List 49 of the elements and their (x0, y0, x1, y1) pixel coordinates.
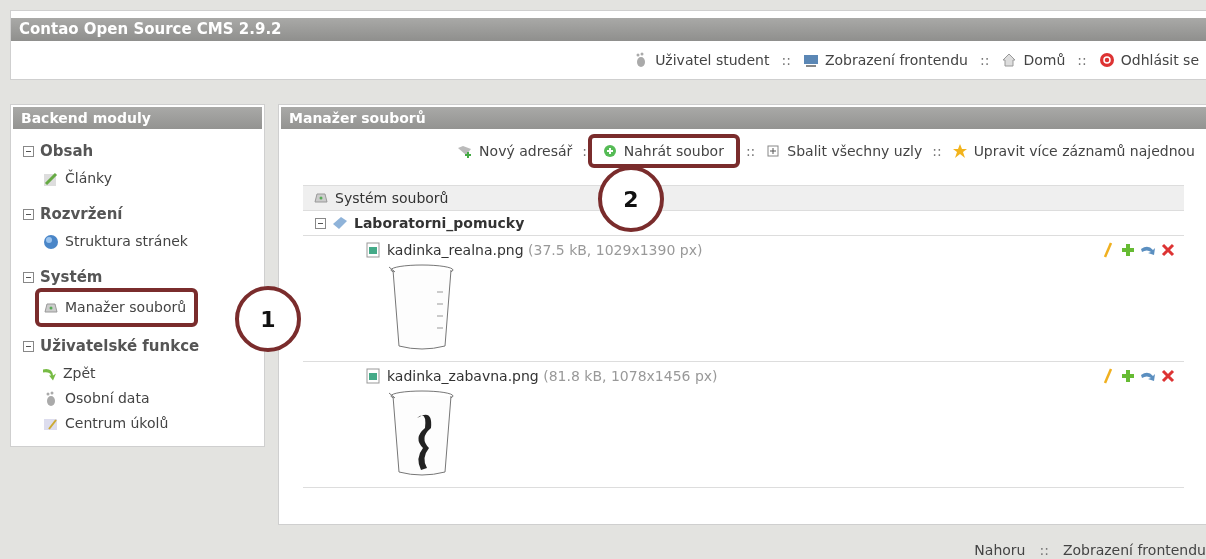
toolbar-link[interactable]: Nový adresář (457, 143, 573, 159)
delete-icon (1160, 242, 1176, 258)
separator: :: (1076, 52, 1088, 68)
group-heading[interactable]: Rozvržení (23, 206, 123, 223)
sidebar-item[interactable]: Struktura stránek (43, 229, 188, 254)
image-file-icon (365, 368, 381, 384)
home-icon (1001, 52, 1018, 68)
power-icon (1098, 52, 1115, 68)
add-icon (601, 143, 618, 159)
footer-link[interactable]: Nahoru (974, 542, 1026, 558)
folder-icon (332, 215, 348, 231)
header-link[interactable]: Zobrazení frontendu (802, 52, 968, 68)
separator: :: (979, 52, 991, 68)
sidebar-item[interactable]: Osobní data (43, 386, 150, 411)
star-icon (951, 143, 968, 159)
file-name[interactable]: kadinka_realna.png (37.5 kB, 1029x1390 px) (387, 242, 703, 258)
footer-link[interactable]: Zobrazení frontendu (1062, 542, 1206, 558)
plus-icon (1120, 368, 1136, 384)
folder-add-icon (457, 143, 474, 159)
image-file-icon (365, 242, 381, 258)
group-heading[interactable]: Obsah (23, 143, 94, 160)
separator: :: (744, 143, 757, 159)
sidebar-item[interactable]: Články (43, 166, 112, 191)
window-title: Contao Open Source CMS 2.9.2 (11, 18, 1206, 41)
arrow-icon (43, 366, 57, 381)
plus-icon (1120, 242, 1136, 258)
header-link[interactable]: Domů (1001, 52, 1066, 68)
group-heading[interactable]: Systém (23, 269, 103, 286)
toolbar-link[interactable]: Upravit více záznamů najednou (951, 143, 1195, 159)
separator: :: (931, 143, 943, 159)
globe-icon (43, 233, 59, 250)
delete-icon (1160, 368, 1176, 384)
sidebar-item[interactable]: Centrum úkolů (43, 411, 169, 436)
drive-icon (313, 190, 329, 206)
separator: :: (780, 52, 792, 68)
expand-icon (765, 143, 782, 159)
sidebar-item[interactable]: Zpět (43, 361, 96, 386)
sidebar-item[interactable]: Manažer souborů (43, 295, 187, 320)
toolbar-link[interactable]: Nahrát soubor (601, 143, 724, 159)
panel-title: Manažer souborů (281, 107, 1206, 129)
pencil-icon (43, 170, 59, 187)
separator: :: (1038, 542, 1050, 558)
header-link[interactable]: Odhlásit se (1098, 52, 1199, 68)
group-heading[interactable]: Uživatelské funkce (23, 338, 200, 355)
monitor-icon (802, 52, 819, 68)
header-link[interactable]: Uživatel student (633, 52, 770, 68)
panel-title: Backend moduly (13, 107, 262, 129)
toolbar-link[interactable]: Sbalit všechny uzly (765, 143, 923, 159)
file-name[interactable]: kadinka_zabavna.png (81.8 kB, 1078x1456 px) (387, 368, 718, 384)
